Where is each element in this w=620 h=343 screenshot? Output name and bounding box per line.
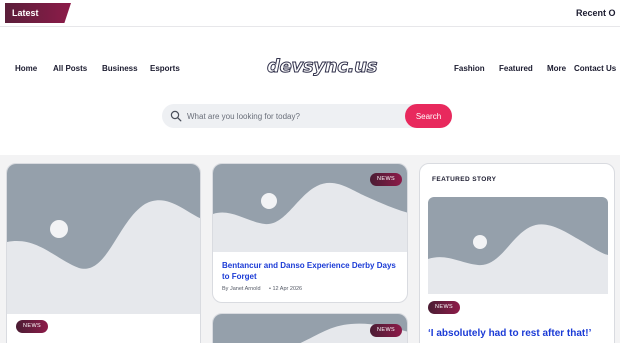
nav-contact-us[interactable]: Contact Us xyxy=(574,64,616,73)
site-header: Home All Posts Business Esports devsync.… xyxy=(0,27,620,155)
recent-posts-label[interactable]: Recent O xyxy=(576,8,616,18)
search-icon xyxy=(170,110,182,122)
post-card-2[interactable]: NEWS Bentancur and Danso Experience Derb… xyxy=(212,163,408,303)
post-card-1[interactable]: NEWS xyxy=(6,163,201,343)
featured-story-label: FEATURED STORY xyxy=(432,176,497,183)
featured-image-placeholder[interactable] xyxy=(428,197,608,294)
site-logo[interactable]: devsync.us xyxy=(266,56,377,78)
top-bar: Latest Update Recent O xyxy=(0,0,620,27)
nav-esports[interactable]: Esports xyxy=(150,64,180,73)
news-badge[interactable]: NEWS xyxy=(370,324,403,337)
latest-update-badge[interactable]: Latest Update xyxy=(5,3,71,23)
news-badge[interactable]: NEWS xyxy=(428,301,461,314)
featured-story-title[interactable]: ‘I absolutely had to rest after that!’ xyxy=(428,327,612,340)
nav-featured[interactable]: Featured xyxy=(499,64,533,73)
image-placeholder-icon xyxy=(7,200,200,314)
nav-fashion[interactable]: Fashion xyxy=(454,64,485,73)
post-card-3[interactable]: NEWS xyxy=(212,313,408,343)
search-button[interactable]: Search xyxy=(405,104,452,128)
post-image-placeholder[interactable] xyxy=(7,164,200,314)
image-placeholder-icon xyxy=(428,224,608,294)
page: Latest Update Recent O Home All Posts Bu… xyxy=(0,0,620,343)
nav-home[interactable]: Home xyxy=(15,64,37,73)
nav-business[interactable]: Business xyxy=(102,64,138,73)
nav-all-posts[interactable]: All Posts xyxy=(53,64,87,73)
search-bar: Search xyxy=(162,104,452,128)
search-input[interactable] xyxy=(187,107,397,125)
news-badge[interactable]: NEWS xyxy=(370,173,403,186)
featured-story-card: FEATURED STORY NEWS ‘I absolutely had to… xyxy=(419,163,615,343)
post-date: • 12 Apr 2026 xyxy=(269,286,303,292)
post-title[interactable]: Bentancur and Danso Experience Derby Day… xyxy=(222,260,402,282)
nav-more[interactable]: More xyxy=(547,64,566,73)
news-badge[interactable]: NEWS xyxy=(16,320,49,333)
post-author[interactable]: By Janet Arnold xyxy=(222,286,261,292)
